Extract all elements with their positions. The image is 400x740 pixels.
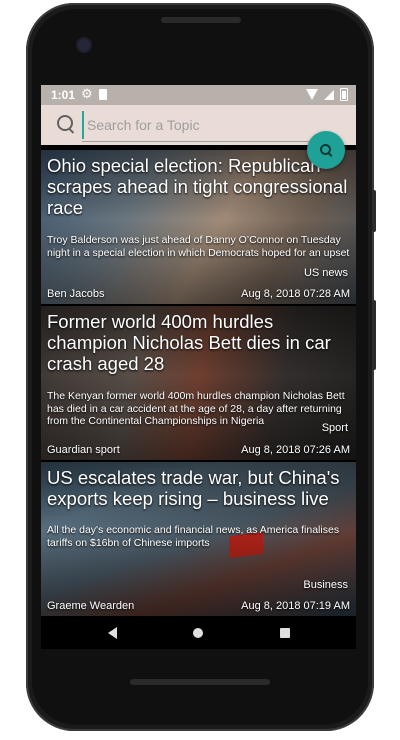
sd-card-icon [99, 89, 107, 100]
article-description: Troy Balderson was just ahead of Danny O… [47, 234, 350, 259]
article-category: Business [303, 579, 348, 591]
article-description: All the day's economic and financial new… [47, 524, 340, 549]
search-underline [82, 141, 320, 142]
gear-icon: ⚙ [81, 86, 93, 101]
status-time: 1:01 [51, 88, 76, 102]
power-button [372, 190, 376, 232]
article-date: Aug 8, 2018 07:26 AM [241, 444, 350, 456]
search-icon [320, 144, 331, 155]
article-author: Guardian sport [47, 444, 120, 456]
search-fab-button[interactable] [307, 131, 345, 169]
article-card[interactable]: Former world 400m hurdles champion Nicho… [41, 306, 356, 460]
article-author: Graeme Wearden [47, 600, 135, 612]
app-screen: 1:01 ⚙ Ohio special election: Republican… [41, 85, 356, 649]
wifi-icon [306, 89, 318, 100]
article-title: Former world 400m hurdles champion Nicho… [47, 311, 331, 374]
recents-icon[interactable] [280, 628, 290, 638]
article-date: Aug 8, 2018 07:28 AM [241, 288, 350, 300]
article-author: Ben Jacobs [47, 288, 105, 300]
search-icon[interactable] [57, 115, 73, 131]
article-category: US news [303, 267, 348, 279]
signal-icon [324, 89, 334, 100]
status-icons [306, 88, 348, 101]
article-title: Ohio special election: Republican scrape… [47, 155, 348, 218]
back-icon[interactable] [108, 627, 117, 639]
article-title: US escalates trade war, but China's expo… [47, 467, 340, 509]
article-category: Sport [321, 422, 348, 434]
article-card[interactable]: Ohio special election: Republican scrape… [41, 150, 356, 304]
article-description: The Kenyan former world 400m hurdles cha… [47, 390, 345, 427]
battery-icon [340, 88, 348, 101]
search-bar [41, 105, 356, 145]
home-icon[interactable] [193, 628, 203, 638]
android-nav-bar [41, 616, 356, 649]
volume-button [372, 300, 376, 370]
earpiece-speaker [161, 17, 241, 23]
search-input[interactable] [82, 111, 319, 139]
article-card[interactable]: US escalates trade war, but China's expo… [41, 462, 356, 616]
status-bar: 1:01 ⚙ [41, 85, 356, 105]
article-date: Aug 8, 2018 07:19 AM [241, 600, 350, 612]
bottom-speaker [130, 679, 270, 685]
front-camera [78, 39, 90, 51]
